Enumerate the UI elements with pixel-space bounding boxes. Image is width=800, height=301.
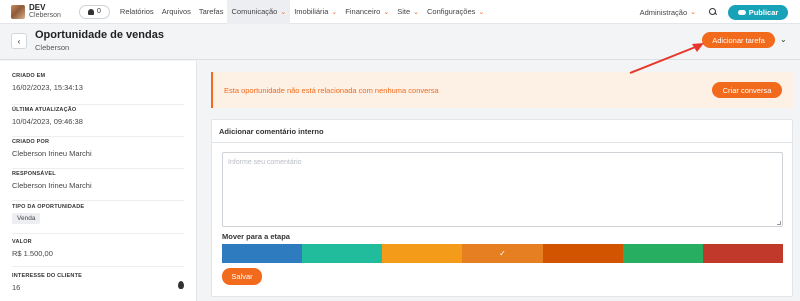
stage-option-2[interactable] — [382, 244, 463, 263]
stage-option-3[interactable]: ✓ — [462, 244, 543, 263]
field-label: CRIADO EM — [12, 73, 46, 79]
bell-icon — [87, 8, 94, 15]
stage-option-5[interactable] — [622, 244, 703, 263]
menu-item-label: Configurações — [427, 7, 476, 16]
notifications-button[interactable]: 0 — [78, 4, 110, 19]
alert-text: Esta oportunidade não está relacionada c… — [224, 86, 439, 95]
menu-item-1[interactable]: Arquivos — [158, 0, 195, 24]
save-button[interactable]: Salvar — [222, 268, 262, 285]
internal-comment-card: Adicionar comentário interno Informe seu… — [211, 119, 793, 297]
card-title: Adicionar comentário interno — [219, 127, 324, 136]
field-label: INTERESSE DO CLIENTE — [12, 273, 83, 279]
field-label: ÚLTIMA ATUALIZAÇÃO — [12, 107, 77, 113]
menu-item-6[interactable]: Site ⌄ — [393, 0, 423, 24]
field-owner: RESPONSÁVEL Cleberson Irineu Marchi — [12, 169, 184, 201]
menu-item-4[interactable]: Imobiliária ⌄ — [290, 0, 341, 24]
back-button[interactable]: ‹ — [11, 33, 27, 49]
menu-item-label: Financeiro — [345, 7, 381, 16]
field-creator: CRIADO POR Cleberson Irineu Marchi — [12, 137, 184, 169]
menu-item-5[interactable]: Financeiro ⌄ — [341, 0, 393, 24]
chevron-down-icon: ⌄ — [413, 8, 419, 16]
menu-item-label: Comunicação — [231, 7, 278, 16]
field-label: TIPO DA OPORTUNIDADE — [12, 204, 85, 210]
notifications-count: 0 — [96, 8, 101, 15]
field-value: 16 — [12, 283, 21, 292]
field-created: CRIADO EM 16/02/2023, 15:34:13 — [12, 73, 184, 105]
menu-item-label: Imobiliária — [294, 7, 329, 16]
field-value: 16/02/2023, 15:34:13 — [12, 83, 83, 92]
field-value: Cleberson Irineu Marchi — [12, 149, 92, 158]
stage-label: Mover para a etapa — [222, 232, 290, 241]
field-label: CRIADO POR — [12, 139, 50, 145]
divider — [212, 142, 792, 143]
flame-icon — [178, 281, 184, 289]
menu-item-label: Relatórios — [119, 7, 154, 16]
chevron-down-icon: ⌄ — [280, 8, 287, 16]
details-sidebar: CRIADO EM 16/02/2023, 15:34:13 ÚLTIMA AT… — [0, 61, 197, 301]
chevron-down-icon: ⌄ — [690, 9, 696, 16]
menu-item-7[interactable]: Configurações ⌄ — [423, 0, 488, 24]
more-options-icon[interactable]: ⌄ — [780, 35, 787, 44]
type-tag: Venda — [12, 213, 41, 224]
stage-option-1[interactable] — [302, 244, 383, 263]
field-value: R$ 1.500,00 — [12, 249, 53, 258]
menu-item-label: Site — [397, 7, 411, 16]
chevron-down-icon: ⌄ — [478, 8, 485, 16]
menu-item-2[interactable]: Tarefas — [195, 0, 228, 24]
brand-name: DEV — [29, 2, 46, 12]
chevron-down-icon: ⌄ — [331, 8, 338, 16]
menu-item-3[interactable]: Comunicação ⌄ — [227, 0, 291, 24]
page-title: Oportunidade de vendas — [35, 29, 164, 41]
stage-option-6[interactable] — [702, 244, 783, 263]
menu-item-0[interactable]: Relatórios — [116, 0, 158, 24]
comment-textarea[interactable]: Informe seu comentário — [222, 152, 783, 227]
field-label: RESPONSÁVEL — [12, 171, 56, 177]
chevron-left-icon: ‹ — [17, 36, 21, 46]
field-value: 10/04/2023, 09:46:38 — [12, 117, 83, 126]
main-menu: Relatórios Arquivos Tarefas Comunicação ⌄ Imo… — [116, 0, 488, 24]
publish-button[interactable]: Publicar — [728, 4, 788, 20]
field-value: Cleberson Irineu Marchi — [12, 181, 92, 190]
add-task-button[interactable]: Adicionar tarefa — [702, 32, 775, 48]
stage-option-4[interactable] — [542, 244, 623, 263]
menu-item-label: Arquivos — [161, 7, 191, 16]
brand[interactable]: DEV Cleberson — [11, 2, 61, 20]
admin-label: Administração — [639, 7, 688, 17]
menu-item-label: Tarefas — [198, 7, 224, 16]
cloud-upload-icon — [737, 9, 746, 15]
admin-menu[interactable]: Administração ⌄ — [640, 8, 696, 17]
field-value-amount: VALOR R$ 1.500,00 — [12, 234, 184, 267]
field-updated: ÚLTIMA ATUALIZAÇÃO 10/04/2023, 09:46:38 — [12, 105, 184, 137]
check-icon: ✓ — [499, 249, 506, 258]
field-interest: INTERESSE DO CLIENTE 16 — [12, 267, 184, 301]
brand-avatar — [11, 4, 25, 19]
annotation-arrow — [629, 43, 704, 74]
brand-user: Cleberson — [29, 11, 61, 19]
search-icon[interactable] — [707, 6, 719, 18]
resize-handle[interactable] — [777, 221, 781, 225]
field-label: VALOR — [12, 239, 32, 245]
stage-selector: ✓ — [222, 244, 783, 263]
arrow-line — [629, 45, 699, 74]
field-type: TIPO DA OPORTUNIDADE Venda — [12, 201, 184, 234]
publish-label: Publicar — [748, 7, 779, 17]
chevron-down-icon: ⌄ — [383, 8, 390, 16]
top-navigation: DEV Cleberson 0 Relatórios Arquivos Tarefa… — [0, 0, 800, 24]
stage-option-0[interactable] — [222, 244, 303, 263]
comment-placeholder: Informe seu comentário — [228, 159, 302, 166]
page-subtitle: Cleberson — [35, 43, 70, 52]
create-conversation-button[interactable]: Criar conversa — [712, 82, 782, 98]
